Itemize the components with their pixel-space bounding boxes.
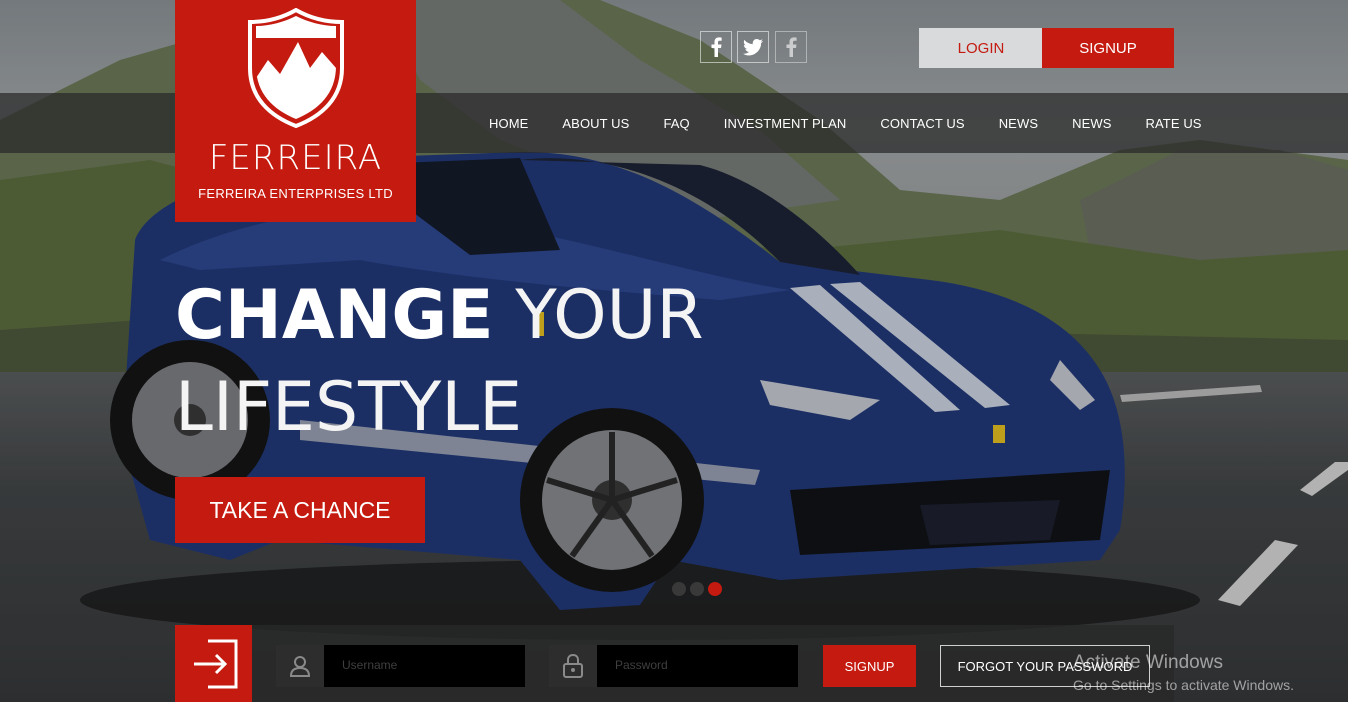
take-a-chance-button[interactable]: TAKE A CHANCE bbox=[175, 477, 425, 543]
nav-menu: HOME ABOUT US FAQ INVESTMENT PLAN CONTAC… bbox=[472, 93, 1236, 153]
hero-title-bold: CHANGE bbox=[175, 276, 494, 355]
lock-icon-box bbox=[549, 645, 597, 687]
brand-name: FERREIRA bbox=[208, 138, 383, 178]
social-facebook-link-2[interactable] bbox=[775, 31, 807, 63]
login-button[interactable]: LOGIN bbox=[919, 28, 1043, 68]
nav-item-news[interactable]: NEWS bbox=[999, 116, 1038, 131]
slider-dot-3-active[interactable] bbox=[708, 582, 722, 596]
sign-in-icon bbox=[193, 639, 237, 688]
signup-button[interactable]: SIGNUP bbox=[1042, 28, 1174, 68]
facebook-icon bbox=[786, 37, 797, 57]
watermark-line-1: Activate Windows bbox=[1073, 652, 1223, 673]
hero-title-light-1: YOUR bbox=[515, 276, 704, 355]
user-icon bbox=[289, 656, 311, 677]
facebook-icon bbox=[711, 37, 722, 57]
user-icon-box bbox=[276, 645, 324, 687]
slider-dot-2[interactable] bbox=[690, 582, 704, 596]
login-icon-box bbox=[175, 625, 252, 702]
username-field[interactable]: Username bbox=[276, 645, 525, 687]
watermark-line-2: Go to Settings to activate Windows. bbox=[1073, 677, 1294, 693]
social-facebook-link[interactable] bbox=[700, 31, 732, 63]
brand-subtitle: FERREIRA ENTERPRISES LTD bbox=[198, 186, 393, 201]
hero-title-light-2: LIFESTYLE bbox=[175, 368, 523, 447]
nav-item-about-us[interactable]: ABOUT US bbox=[562, 116, 629, 131]
quick-login-bar: Username Password SIGNUP FORGOT YOUR PAS… bbox=[175, 625, 1174, 702]
shield-logo-icon bbox=[248, 8, 344, 128]
nav-item-faq[interactable]: FAQ bbox=[663, 116, 689, 131]
brand-logo-block[interactable]: FERREIRA FERREIRA ENTERPRISES LTD bbox=[175, 0, 416, 222]
nav-item-home[interactable]: HOME bbox=[489, 116, 528, 131]
nav-item-contact-us[interactable]: CONTACT US bbox=[880, 116, 964, 131]
slider-dot-1[interactable] bbox=[672, 582, 686, 596]
nav-item-news-2[interactable]: NEWS bbox=[1072, 116, 1111, 131]
username-placeholder: Username bbox=[342, 658, 398, 672]
social-twitter-link[interactable] bbox=[737, 31, 769, 63]
quick-signup-button[interactable]: SIGNUP bbox=[823, 645, 916, 687]
lock-icon bbox=[563, 654, 583, 678]
nav-item-investment-plan[interactable]: INVESTMENT PLAN bbox=[724, 116, 847, 131]
hero-headline: CHANGE YOUR LIFESTYLE bbox=[175, 270, 735, 454]
nav-item-rate-us[interactable]: RATE US bbox=[1146, 116, 1202, 131]
activate-windows-watermark: Activate Windows Go to Settings to activ… bbox=[1073, 652, 1294, 693]
password-field[interactable]: Password bbox=[549, 645, 798, 687]
twitter-icon bbox=[743, 38, 763, 55]
slider-dots bbox=[672, 582, 722, 596]
password-placeholder: Password bbox=[615, 658, 668, 672]
